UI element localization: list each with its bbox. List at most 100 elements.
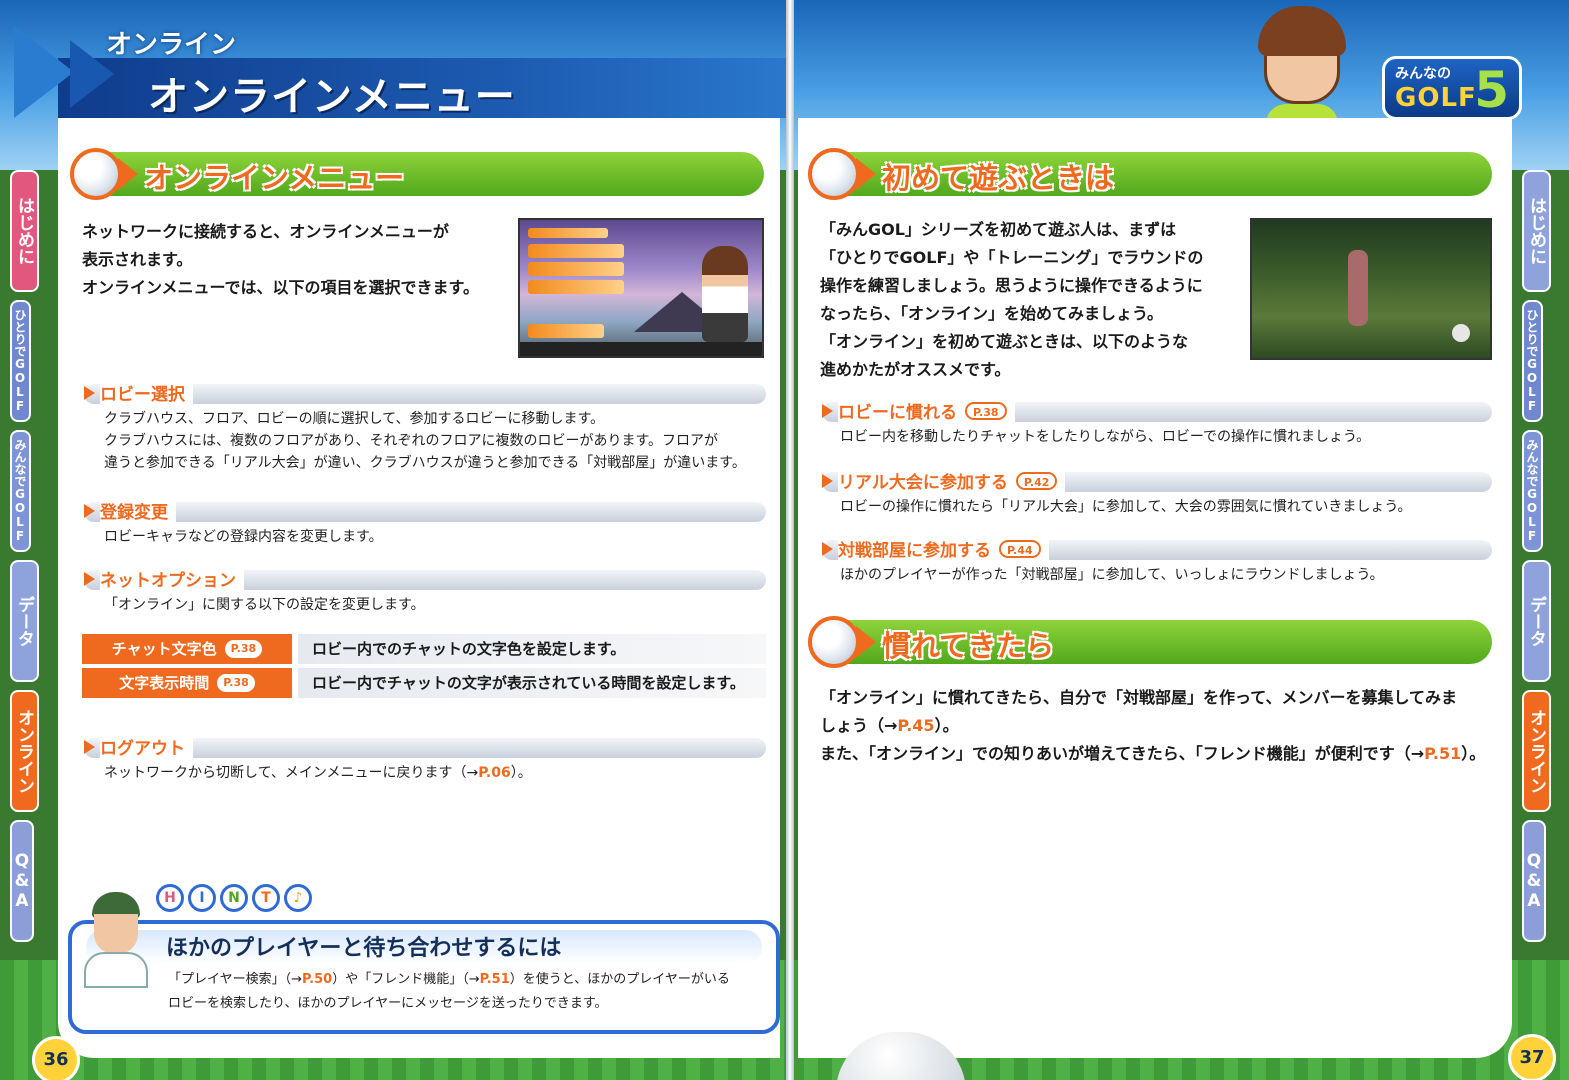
logo-text: GOLF <box>1395 83 1477 113</box>
tab-data[interactable]: データ <box>10 560 39 682</box>
music-note-icon: ♪ <box>284 884 312 912</box>
step-description: ロビー内を移動したりチャットをしたりしながら、ロビーでの操作に慣れましょう。 <box>840 429 1371 445</box>
ball-shape <box>1452 324 1470 342</box>
step-label: 対戦部屋に参加する P.44 <box>838 536 1049 561</box>
page-number: 36 <box>32 1036 80 1080</box>
step-label-text: 対戦部屋に参加する <box>838 541 991 561</box>
option-key: チャット文字色 P.38 <box>82 634 292 664</box>
hint-title: ほかのプレイヤーと待ち合わせするには <box>166 936 562 961</box>
triangle-right-icon <box>84 572 95 586</box>
option-value: ロビー内でのチャットの文字色を設定します。 <box>298 634 766 664</box>
page-ref-link[interactable]: P.50 <box>302 972 332 987</box>
tab-intro[interactable]: はじめに <box>10 170 39 292</box>
item-description: クラブハウス、フロア、ロビーの順に選択して、参加するロビーに移動します。 クラブ… <box>104 408 774 474</box>
tab-group-golf[interactable]: みんなでGOLF <box>10 430 31 552</box>
tab-qa[interactable]: Q&A <box>10 820 34 942</box>
course-screenshot <box>1250 218 1492 360</box>
body-shape <box>84 952 148 988</box>
face-shape <box>94 914 138 954</box>
description-line: クラブハウスには、複数のフロアがあり、それぞれのフロアに複数のロビーがあります。… <box>104 433 719 449</box>
item-heading: ロビー選択 <box>84 380 766 406</box>
item-label: ログアウト <box>100 734 193 759</box>
triangle-right-icon <box>84 386 95 400</box>
hint-panel: ほかのプレイヤーと待ち合わせするには 「プレイヤー検索」（→P.50）や「フレン… <box>68 920 780 1034</box>
description-line: クラブハウス、フロア、ロビーの順に選択して、参加するロビーに移動します。 <box>104 411 605 427</box>
hint-text: 「プレイヤー検索」（→P.50）や「フレンド機能」（→P.51）を使うと、ほかの… <box>168 968 756 1016</box>
page-ref-badge[interactable]: P.38 <box>224 640 263 658</box>
hint-text-part: ）や「フレンド機能」（→ <box>332 972 480 987</box>
hint-letter: I <box>188 884 216 912</box>
page-ref-badge[interactable]: P.44 <box>999 540 1041 558</box>
item-heading: 登録変更 <box>84 498 766 524</box>
tab-label: はじめに <box>14 197 34 265</box>
section-title-bar: 初めて遊ぶときは <box>808 148 1492 200</box>
outro-text-part: ）。 <box>1461 744 1486 763</box>
intro-text: ネットワークに接続すると、オンラインメニューが 表示されます。 オンラインメニュ… <box>82 218 512 302</box>
tab-group-golf[interactable]: みんなでGOLF <box>1522 430 1543 552</box>
logo-number: 5 <box>1474 61 1509 119</box>
description-line: ロビーキャラなどの登録内容を変更します。 <box>104 529 383 545</box>
hint-letter: T <box>252 884 280 912</box>
tab-data[interactable]: データ <box>1522 560 1551 682</box>
page-ref-link[interactable]: P.51 <box>1424 744 1461 763</box>
page-title: オンラインメニュー <box>148 74 516 120</box>
item-label: ネットオプション <box>100 566 244 591</box>
chevron-right-icon <box>856 158 876 190</box>
step-label-text: リアル大会に参加する <box>838 473 1008 493</box>
page-ref-badge[interactable]: P.38 <box>217 674 255 692</box>
description-text: ）。 <box>510 765 532 781</box>
tab-label: ひとりでGOLF <box>13 309 27 413</box>
section-title: 慣れてきたら <box>882 629 1055 663</box>
tab-label: データ <box>1526 595 1546 647</box>
option-key: 文字表示時間 P.38 <box>82 668 292 698</box>
hint-badge: H I N T ♪ <box>156 884 312 916</box>
left-page: オンライン オンラインメニュー はじめに ひとりでGOLF みんなでGOLF デ… <box>0 0 790 1080</box>
tab-online[interactable]: オンライン <box>10 690 39 812</box>
hint-letter: H <box>156 884 184 912</box>
step-description: ロビーの操作に慣れたら「リアル大会」に参加して、大会の雰囲気に慣れていきましょう… <box>840 499 1412 515</box>
intro-line: 「みんGOL」シリーズを初めて遊ぶ人は、まずは <box>820 220 1177 239</box>
hint-letter: N <box>220 884 248 912</box>
golf-ball-icon <box>808 616 860 668</box>
tab-solo-golf[interactable]: ひとりでGOLF <box>1522 300 1543 422</box>
menu-item-bar <box>528 228 608 238</box>
tab-online[interactable]: オンライン <box>1522 690 1551 812</box>
triangle-right-icon <box>84 740 95 754</box>
page-ref-badge[interactable]: P.38 <box>965 402 1007 420</box>
intro-line: 進めかたがオススメです。 <box>820 360 1011 379</box>
page-ref-link[interactable]: P.45 <box>897 716 934 735</box>
hint-box: H I N T ♪ ほかのプレイヤーと待ち合わせするには 「プレイヤー検索」（→… <box>68 884 780 1034</box>
option-row: チャット文字色 P.38 ロビー内でのチャットの文字色を設定します。 <box>82 634 766 664</box>
item-heading: ログアウト <box>84 734 766 760</box>
triangle-right-icon <box>84 504 95 518</box>
hint-text-part: ロビーを検索したり、ほかのプレイヤーにメッセージを送ったりできます。 <box>168 996 608 1011</box>
outro-text: 「オンライン」に慣れてきたら、自分で「対戦部屋」を作って、メンバーを募集してみま… <box>820 684 1510 768</box>
section-title-bar: オンラインメニュー <box>70 148 764 200</box>
hint-text-part: ）を使うと、ほかのプレイヤーがいる <box>509 972 730 987</box>
step-description: ほかのプレイヤーが作った「対戦部屋」に参加して、いっしょにラウンドしましょう。 <box>840 567 1384 583</box>
tab-label: データ <box>14 595 34 647</box>
option-name: チャット文字色 <box>111 640 217 658</box>
player-figure <box>1348 250 1368 326</box>
outro-text-part: しょう（→ <box>820 716 898 735</box>
tab-intro[interactable]: はじめに <box>1522 170 1551 292</box>
side-tabs: はじめに ひとりでGOLF みんなでGOLF データ オンライン Q&A <box>1522 170 1566 950</box>
page-ref-link[interactable]: P.51 <box>480 972 510 987</box>
tab-label: オンライン <box>1526 708 1546 794</box>
menu-item-bar <box>528 244 624 258</box>
section-label: オンライン <box>106 30 237 60</box>
triangle-right-icon <box>822 474 833 488</box>
tab-solo-golf[interactable]: ひとりでGOLF <box>10 300 31 422</box>
heading-bar <box>84 502 766 522</box>
page-ref-link[interactable]: P.06 <box>478 765 511 781</box>
section-title: オンラインメニュー <box>144 161 405 195</box>
page-ref-badge[interactable]: P.42 <box>1015 472 1058 490</box>
outro-text-part: ）。 <box>934 716 959 735</box>
header-chevron-icon <box>14 26 74 118</box>
tab-label: はじめに <box>1526 197 1546 265</box>
intro-line: 「ひとりでGOLF」や「トレーニング」でラウンドの <box>820 248 1204 267</box>
outro-text-part: また、「オンライン」での知りあいが増えてきたら、「フレンド機能」が便利です（→ <box>820 744 1425 763</box>
step-label: リアル大会に参加する P.42 <box>838 468 1066 493</box>
hint-text-part: 「プレイヤー検索」（→ <box>168 972 303 987</box>
tab-qa[interactable]: Q&A <box>1522 820 1546 942</box>
